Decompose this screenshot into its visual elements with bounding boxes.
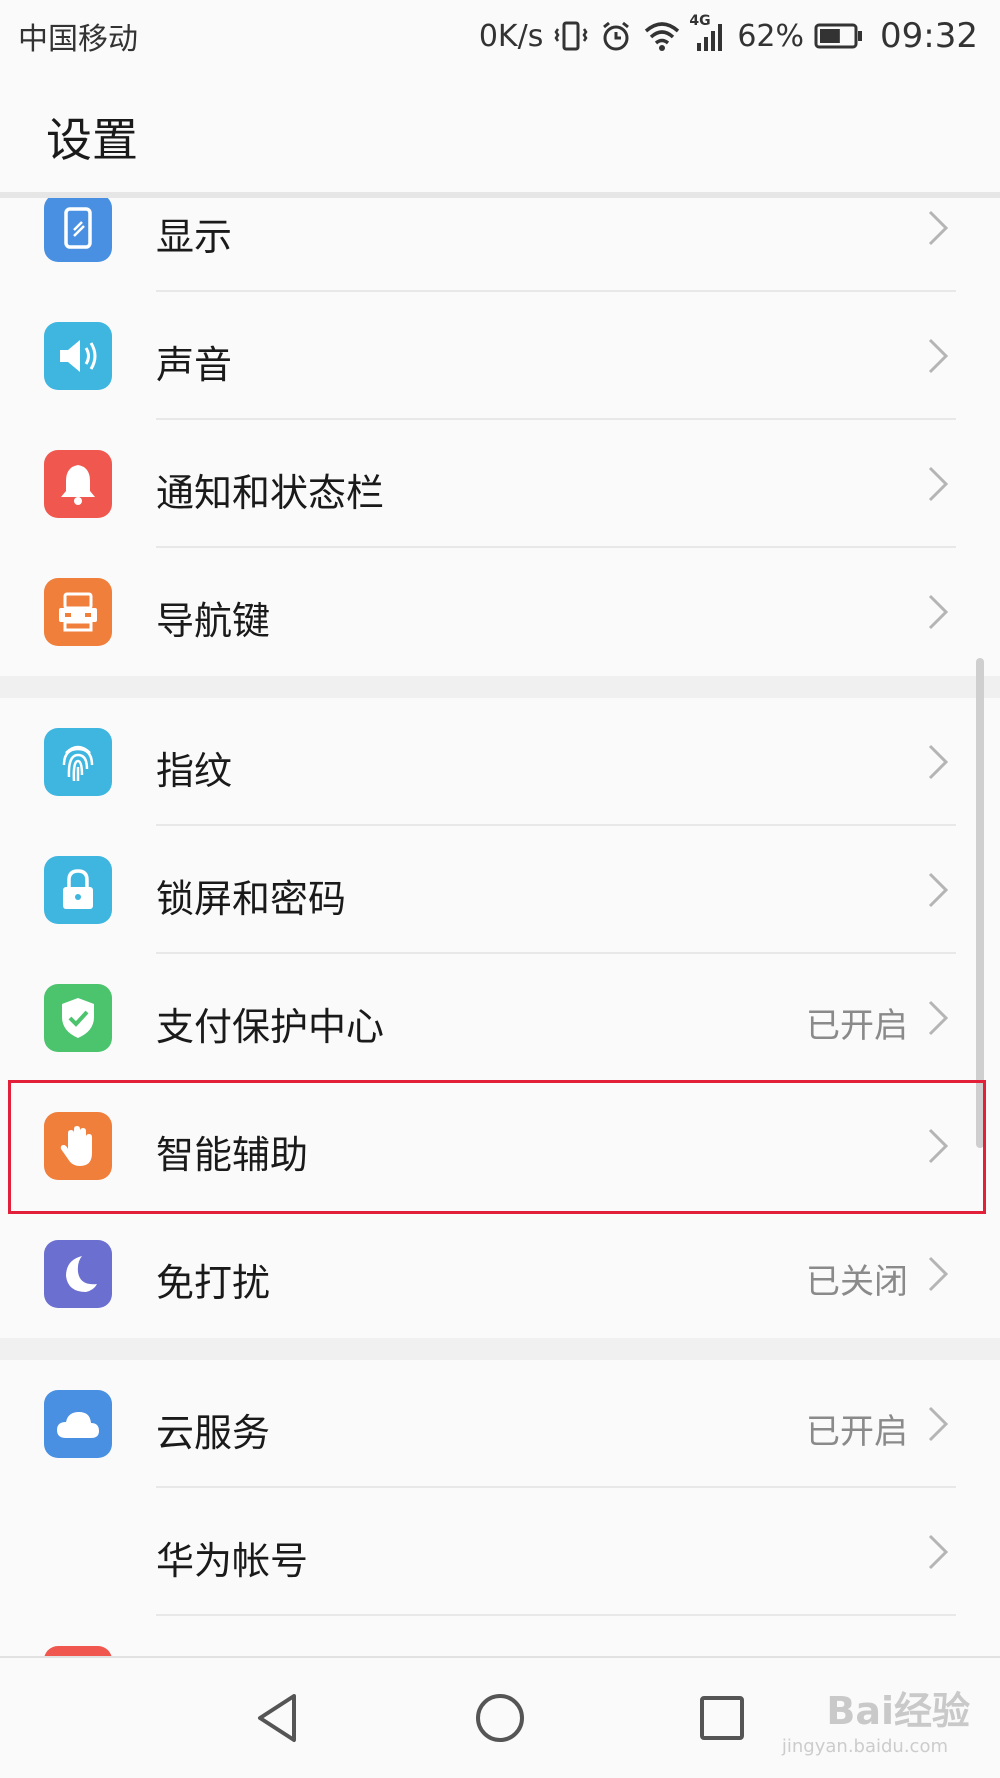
chevron-right-icon [928,744,949,780]
chevron-right-icon [928,338,949,374]
watermark-logo: Bai经验 [826,1689,970,1733]
settings-item-notifications[interactable]: 通知和状态栏 [0,420,1000,548]
settings-item-label: 显示 [156,215,233,259]
highlight-annotation-box [8,1080,986,1214]
settings-item-label: 云服务 [156,1411,271,1455]
section-gap [0,1338,1000,1360]
settings-item-status: 已开启 [806,1412,908,1452]
cloud-icon [44,1390,112,1458]
battery-icon [814,22,864,50]
page-title: 设置 [46,113,138,167]
settings-item-label: 导航键 [156,599,271,643]
shield-check-icon [44,984,112,1052]
chevron-right-icon [928,1000,949,1036]
chevron-right-icon [928,872,949,908]
vibrate-icon [553,18,589,54]
settings-item-huawei-account[interactable]: 华为帐号 [0,1488,1000,1616]
settings-item-status: 已关闭 [806,1262,908,1302]
settings-item-do-not-disturb[interactable]: 免打扰 已关闭 [0,1210,1000,1338]
moon-icon [44,1240,112,1308]
back-icon[interactable] [248,1688,308,1748]
bell-icon [44,450,112,518]
status-icons: 0K/s 4G 62% 09:32 [479,10,978,62]
settings-item-display[interactable]: 显示 [0,198,1000,292]
settings-item-label: 锁屏和密码 [156,877,347,921]
chevron-right-icon [928,1534,949,1570]
network-speed: 0K/s [478,18,544,54]
settings-item-status: 已开启 [806,1006,908,1046]
navigation-key-icon [44,578,112,646]
partial-item-icon [44,1646,112,1656]
settings-list[interactable]: 显示 声音 通知和状态栏 导航键 指纹 锁屏和密码 支付保护中心 已开启 智能辅… [0,198,1000,1656]
watermark-url: jingyan.baidu.com [781,1736,948,1757]
settings-item-label: 免打扰 [156,1261,271,1305]
chevron-right-icon [928,594,949,630]
settings-item-sound[interactable]: 声音 [0,292,1000,420]
clock-time: 09:32 [880,16,978,56]
chevron-right-icon [928,210,949,246]
network-type: 4G [689,13,711,29]
settings-item-nav-keys[interactable]: 导航键 [0,548,1000,676]
settings-item-label: 通知和状态栏 [156,471,385,515]
signal-icon: 4G [689,13,727,53]
recents-icon[interactable] [692,1688,752,1748]
chevron-right-icon [928,466,949,502]
chevron-right-icon [928,1256,949,1292]
status-bar: 中国移动 0K/s 4G 62% 09:32 [0,0,1000,72]
fingerprint-icon [44,728,112,796]
scrollbar[interactable] [976,658,984,1148]
lock-icon [44,856,112,924]
chevron-right-icon [928,1406,949,1442]
settings-item-cloud-service[interactable]: 云服务 已开启 [0,1360,1000,1488]
settings-item-label: 声音 [156,343,233,387]
wifi-icon [643,19,681,53]
settings-item-label: 支付保护中心 [156,1005,385,1049]
home-icon[interactable] [470,1688,530,1748]
section-gap [0,676,1000,698]
settings-item-partial[interactable] [0,1616,1000,1656]
sound-icon [44,322,112,390]
battery-percent: 62% [737,18,805,54]
settings-item-lock-screen[interactable]: 锁屏和密码 [0,826,1000,954]
page-header: 设置 [0,72,1000,192]
settings-item-label: 指纹 [156,749,233,793]
carrier-name: 中国移动 [18,22,138,57]
settings-item-label: 华为帐号 [156,1539,309,1583]
settings-item-fingerprint[interactable]: 指纹 [0,698,1000,826]
settings-item-payment-protection[interactable]: 支付保护中心 已开启 [0,954,1000,1082]
display-icon [44,198,112,262]
alarm-icon [599,19,633,53]
